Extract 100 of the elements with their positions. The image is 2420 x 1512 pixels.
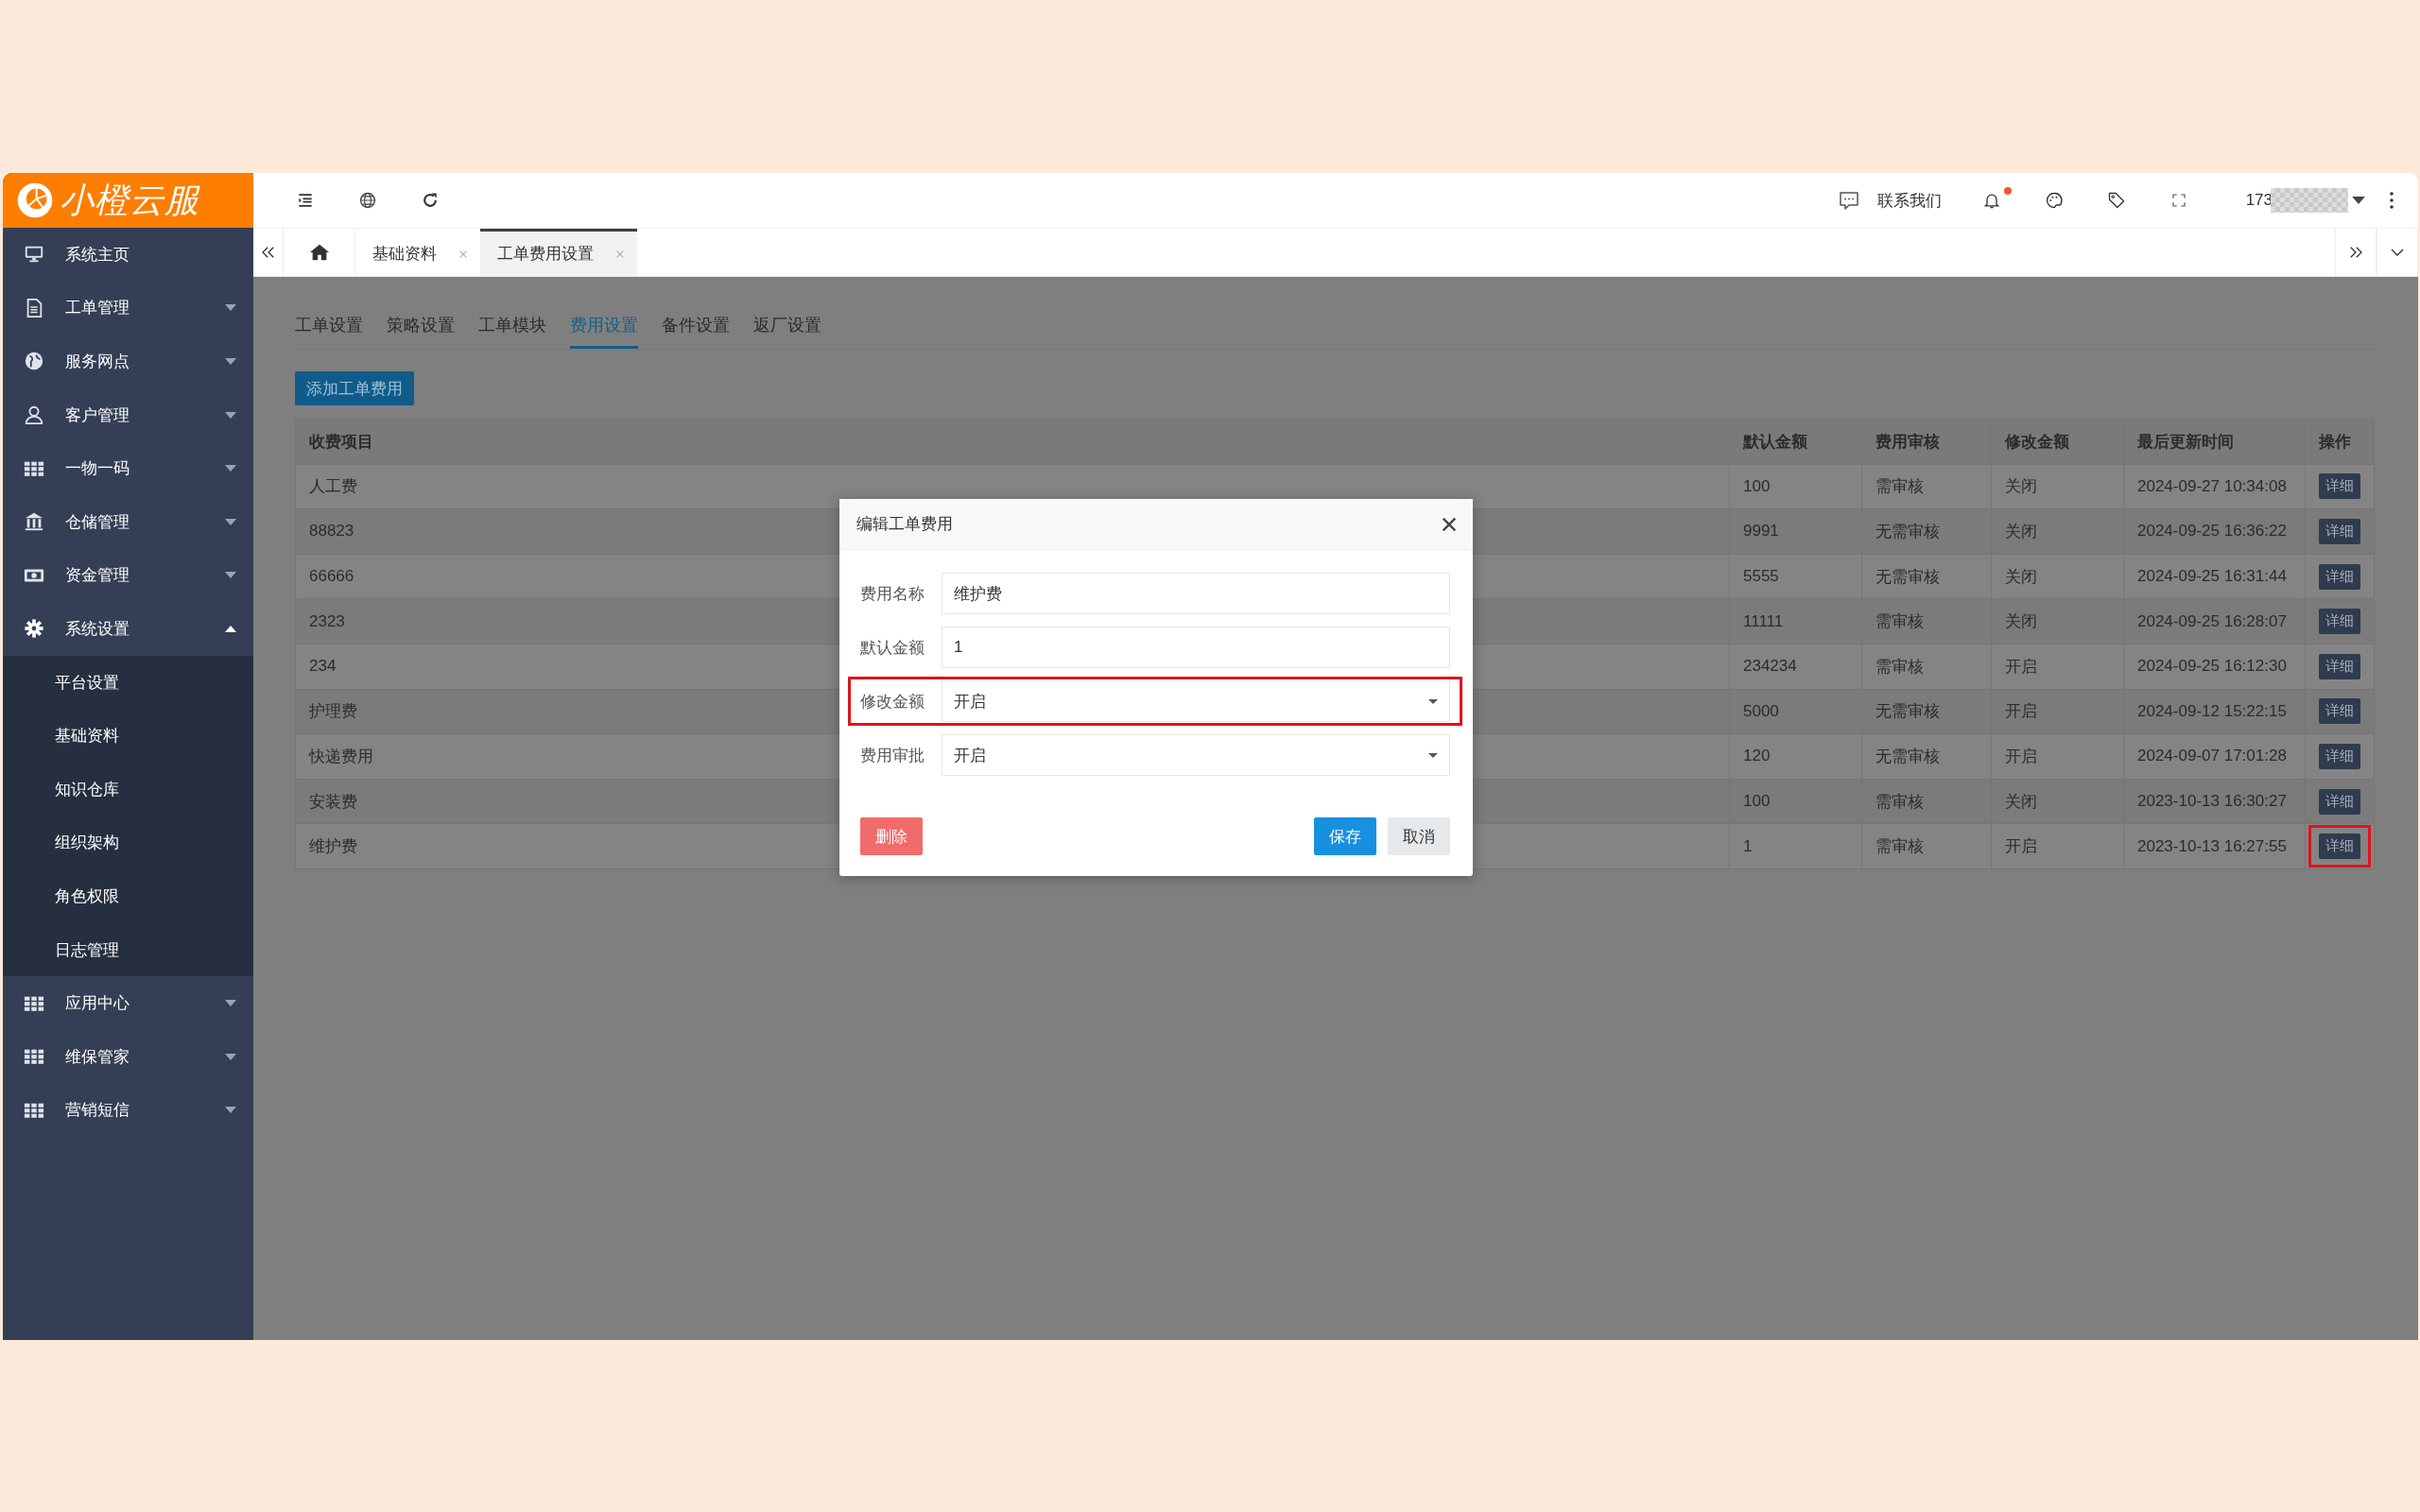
detail-button[interactable]: 详细 (2319, 473, 2360, 500)
sidebar-item[interactable]: 维保管家 (3, 1029, 253, 1084)
settings-tab[interactable]: 备件设置 (662, 303, 730, 349)
settings-tab[interactable]: 返厂设置 (753, 303, 821, 349)
table-cell: 需审核 (1861, 464, 1992, 509)
sidebar-label: 系统设置 (65, 618, 130, 640)
field-label: 费用审批 (860, 745, 925, 766)
add-fee-button[interactable]: 添加工单费用 (295, 371, 414, 405)
table-cell: 2024-09-27 10:34:08 (2123, 464, 2306, 509)
select-field[interactable]: 开启 (942, 680, 1450, 722)
submenu-item[interactable]: 角色权限 (3, 869, 253, 923)
gear-icon (24, 618, 44, 640)
fullscreen-icon (2169, 192, 2187, 209)
table-cell: 2024-09-25 16:36:22 (2123, 508, 2306, 555)
chat-icon (1837, 189, 1860, 212)
submenu-item[interactable]: 平台设置 (3, 655, 253, 710)
sidebar-item[interactable]: 营销短信 (3, 1083, 253, 1138)
detail-button[interactable]: 详细 (2319, 743, 2360, 769)
settings-tab[interactable]: 工单设置 (295, 303, 363, 349)
sidebar-item[interactable]: 系统主页 (3, 228, 253, 282)
sidebar-item[interactable]: 系统设置 (3, 602, 253, 656)
table-cell: 2024-09-12 15:22:15 (2123, 689, 2306, 734)
detail-button[interactable]: 详细 (2319, 788, 2360, 815)
submenu-item[interactable]: 日志管理 (3, 922, 253, 977)
table-cell: 2024-09-25 16:28:07 (2123, 598, 2306, 644)
table-cell: 关闭 (1991, 554, 2124, 599)
detail-button[interactable]: 详细 (2319, 563, 2360, 590)
sidebar-item[interactable]: 一物一码 (3, 441, 253, 495)
cancel-button[interactable]: 取消 (1388, 817, 1450, 855)
palette-icon (2044, 191, 2064, 210)
sidebar-label: 仓储管理 (65, 511, 130, 533)
detail-button[interactable]: 详细 (2319, 653, 2360, 679)
sidebar-label: 资金管理 (65, 565, 130, 587)
table-cell: 关闭 (1991, 464, 2124, 509)
caret-icon (1428, 752, 1438, 758)
table-cell: 关闭 (1991, 779, 2124, 824)
table-cell: 无需审核 (1861, 689, 1992, 734)
sidebar-label: 营销短信 (65, 1100, 130, 1122)
table-cell: 100 (1729, 464, 1862, 509)
column-header: 最后更新时间 (2123, 419, 2306, 465)
table-cell: 2023-10-13 16:30:27 (2123, 779, 2306, 824)
person-icon (24, 404, 44, 426)
kebab-icon (2390, 191, 2394, 210)
detail-button[interactable]: 详细 (2319, 698, 2360, 725)
close-button[interactable] (1441, 515, 1458, 533)
table-cell: 无需审核 (1861, 508, 1992, 555)
field-label: 修改金额 (860, 691, 925, 713)
refresh-icon (421, 191, 440, 210)
table-cell: 2023-10-13 16:27:55 (2123, 823, 2306, 869)
sidebar-item[interactable]: 服务网点 (3, 335, 253, 388)
home-icon (308, 242, 330, 263)
input-field[interactable]: 维护费 (942, 573, 1450, 614)
settings-tab[interactable]: 工单模块 (478, 303, 546, 349)
sidebar-label: 维保管家 (65, 1046, 130, 1068)
column-header: 费用审核 (1861, 419, 1992, 465)
table-cell: 100 (1729, 779, 1862, 824)
submenu-item[interactable]: 知识仓库 (3, 762, 253, 816)
table-cell: 开启 (1991, 823, 2124, 869)
sidebar-item[interactable]: 工单管理 (3, 281, 253, 335)
detail-button[interactable]: 详细 (2319, 833, 2360, 860)
table-cell: 无需审核 (1861, 733, 1992, 780)
menu-icon (296, 191, 315, 210)
table-cell: 2024-09-25 16:12:30 (2123, 644, 2306, 690)
detail-button[interactable]: 详细 (2319, 519, 2360, 544)
close-icon (1441, 515, 1458, 533)
column-header: 默认金额 (1729, 419, 1862, 465)
table-cell: 需审核 (1861, 823, 1992, 869)
brand-name: 小橙云服 (60, 179, 199, 221)
table-cell: 234234 (1729, 644, 1862, 690)
submenu-item[interactable]: 组织架构 (3, 816, 253, 870)
table-cell: 无需审核 (1861, 554, 1992, 599)
sidebar-item[interactable]: 资金管理 (3, 548, 253, 603)
sidebar-item[interactable]: 客户管理 (3, 387, 253, 442)
table-cell: 需审核 (1861, 598, 1992, 644)
input-field[interactable]: 1 (942, 627, 1450, 668)
table-cell: 关闭 (1991, 598, 2124, 644)
submenu-item[interactable]: 基础资料 (3, 709, 253, 763)
logo-icon (16, 181, 54, 219)
sidebar-label: 客户管理 (65, 404, 130, 426)
table-cell: 需审核 (1861, 644, 1992, 690)
sidebar-item[interactable]: 仓储管理 (3, 494, 253, 549)
table-cell: 2024-09-07 17:01:28 (2123, 733, 2306, 780)
table-cell: 120 (1729, 733, 1862, 780)
table-cell: 11111 (1729, 598, 1862, 644)
sidebar-label: 工单管理 (65, 298, 130, 319)
table-cell: 需审核 (1861, 779, 1992, 824)
page-tab[interactable]: 工单费用设置 (480, 229, 637, 276)
table-cell: 开启 (1991, 689, 2124, 734)
globe-icon (24, 351, 44, 372)
column-header: 修改金额 (1991, 419, 2124, 465)
detail-button[interactable]: 详细 (2319, 609, 2360, 635)
table-cell: 9991 (1729, 508, 1862, 555)
sidebar-item[interactable]: 应用中心 (3, 976, 253, 1030)
contact-button[interactable]: 联系我们 (1818, 189, 1961, 212)
sidebar-label: 应用中心 (65, 993, 130, 1015)
globe-icon (358, 191, 377, 210)
bank-icon (24, 511, 44, 533)
table-cell: 5000 (1729, 689, 1862, 734)
settings-tab[interactable]: 策略设置 (387, 303, 455, 349)
select-field[interactable]: 开启 (942, 734, 1450, 776)
